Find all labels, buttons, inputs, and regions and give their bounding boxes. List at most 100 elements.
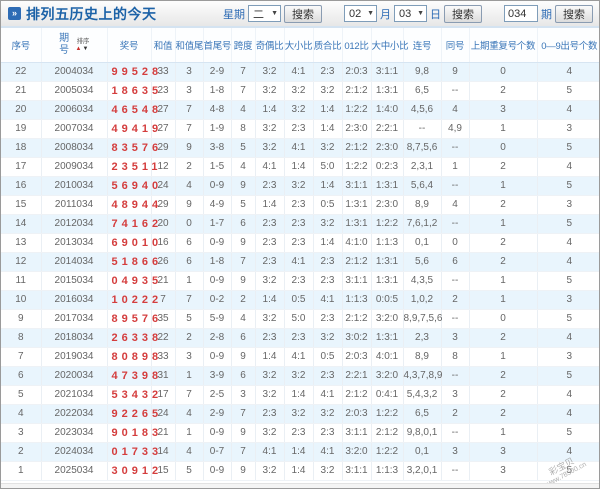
cell-zero-one-two-ratio: 2:0:3 (342, 347, 371, 366)
cell-prize: 04935 (107, 271, 151, 290)
cell-index: 19 (1, 119, 41, 138)
cell-index: 2 (1, 442, 41, 461)
cell-big-mid-small-ratio: 3:2:0 (371, 309, 403, 328)
weekday-search-group: 星期 二 ▼ 搜索 (223, 5, 322, 23)
table-row: 62020034473983113-963:23:22:32:2:13:2:04… (1, 366, 600, 385)
cell-sum-tail: 5 (175, 461, 203, 480)
cell-same-number: 9 (441, 62, 469, 81)
cell-index: 13 (1, 233, 41, 252)
date-search-button[interactable]: 搜索 (444, 5, 482, 23)
cell-sum-tail: 4 (175, 404, 203, 423)
cell-odd-even-ratio: 4:1 (255, 157, 284, 176)
issue-search-group: 期 搜索 (504, 5, 593, 23)
cell-same-number: 0 (441, 233, 469, 252)
cell-big-small-ratio: 2:3 (284, 195, 313, 214)
cell-span: 4 (231, 157, 255, 176)
cell-repeat-prev-count: 2 (469, 366, 537, 385)
cell-issue: 2019034 (41, 347, 107, 366)
cell-first-last: 0-9 (203, 233, 231, 252)
cell-big-mid-small-ratio: 3:1:1 (371, 62, 403, 81)
cell-digit-count: 4 (537, 157, 600, 176)
cell-digit-count: 5 (537, 176, 600, 195)
cell-odd-even-ratio: 2:3 (255, 214, 284, 233)
cell-consecutive: 8,7,5,6 (403, 138, 441, 157)
cell-digit-count: 3 (537, 119, 600, 138)
cell-index: 9 (1, 309, 41, 328)
weekday-search-button[interactable]: 搜索 (284, 5, 322, 23)
cell-same-number: 3 (441, 328, 469, 347)
cell-span: 9 (231, 461, 255, 480)
issue-input[interactable] (504, 5, 538, 22)
cell-index: 4 (1, 404, 41, 423)
cell-same-number: 4 (441, 100, 469, 119)
cell-same-number: -- (441, 271, 469, 290)
cell-first-last: 1-8 (203, 81, 231, 100)
cell-prime-composite-ratio: 3:2 (313, 328, 342, 347)
page-title: 排列五历史上的今天 (26, 4, 157, 24)
cell-odd-even-ratio: 3:2 (255, 461, 284, 480)
cell-big-mid-small-ratio: 2:3:0 (371, 138, 403, 157)
cell-span: 5 (231, 195, 255, 214)
cell-index: 6 (1, 366, 41, 385)
cell-index: 18 (1, 138, 41, 157)
cell-sum-tail: 7 (175, 385, 203, 404)
cell-repeat-prev-count: 2 (469, 252, 537, 271)
cell-same-number: -- (441, 461, 469, 480)
sort-asc-icon[interactable]: ▲ (76, 46, 83, 52)
cell-odd-even-ratio: 1:4 (255, 347, 284, 366)
cell-big-mid-small-ratio: 1:3:1 (371, 271, 403, 290)
cell-zero-one-two-ratio: 1:3:1 (342, 195, 371, 214)
table-row: 182008034835762993-853:24:13:22:1:22:3:0… (1, 138, 600, 157)
month-select[interactable]: 02 ▼ (344, 5, 377, 22)
table-row: 42022034922652442-972:33:23:22:0:31:2:26… (1, 404, 600, 423)
cell-big-small-ratio: 1:4 (284, 442, 313, 461)
cell-sum-tail: 0 (175, 214, 203, 233)
cell-zero-one-two-ratio: 3:1:1 (342, 271, 371, 290)
weekday-selected-value: 二 (253, 6, 264, 22)
col-header-prime-composite: 质合比 (313, 28, 342, 62)
cell-big-small-ratio: 0:5 (284, 290, 313, 309)
cell-issue: 2010034 (41, 176, 107, 195)
cell-span: 9 (231, 233, 255, 252)
cell-big-mid-small-ratio: 0:0:5 (371, 290, 403, 309)
cell-prize: 56940 (107, 176, 151, 195)
cell-index: 8 (1, 328, 41, 347)
cell-prize: 92265 (107, 404, 151, 423)
cell-digit-count: 4 (537, 385, 600, 404)
cell-span: 9 (231, 176, 255, 195)
cell-first-last: 2-9 (203, 404, 231, 423)
cell-first-last: 0-9 (203, 461, 231, 480)
cell-odd-even-ratio: 3:2 (255, 271, 284, 290)
weekday-label: 星期 (223, 6, 245, 22)
cell-prime-composite-ratio: 1:4 (313, 119, 342, 138)
cell-issue: 2008034 (41, 138, 107, 157)
cell-digit-count: 5 (537, 366, 600, 385)
cell-same-number: 1 (441, 157, 469, 176)
sort-desc-icon[interactable]: ▼ (83, 46, 90, 52)
month-label: 月 (380, 6, 391, 22)
chevron-right-icon: » (8, 7, 21, 20)
cell-issue: 2013034 (41, 233, 107, 252)
cell-repeat-prev-count: 0 (469, 138, 537, 157)
cell-span: 4 (231, 309, 255, 328)
day-select[interactable]: 03 ▼ (394, 5, 427, 22)
cell-first-last: 4-8 (203, 100, 231, 119)
cell-sum-tail: 9 (175, 138, 203, 157)
cell-digit-count: 3 (537, 195, 600, 214)
cell-issue: 2018034 (41, 328, 107, 347)
month-selected-value: 02 (349, 8, 361, 20)
cell-big-mid-small-ratio: 1:4:0 (371, 100, 403, 119)
sort-widget[interactable]: 排序 ▲▼ (76, 38, 90, 52)
cell-same-number: -- (441, 81, 469, 100)
issue-search-button[interactable]: 搜索 (555, 5, 593, 23)
cell-issue: 2023034 (41, 423, 107, 442)
cell-big-small-ratio: 2:3 (284, 214, 313, 233)
cell-first-last: 0-7 (203, 442, 231, 461)
cell-prime-composite-ratio: 3:2 (313, 138, 342, 157)
weekday-select[interactable]: 二 ▼ (248, 5, 281, 22)
cell-big-mid-small-ratio: 1:2:2 (371, 214, 403, 233)
cell-index: 1 (1, 461, 41, 480)
cell-consecutive: 7,6,1,2 (403, 214, 441, 233)
cell-big-small-ratio: 3:2 (284, 100, 313, 119)
cell-first-last: 2-8 (203, 328, 231, 347)
